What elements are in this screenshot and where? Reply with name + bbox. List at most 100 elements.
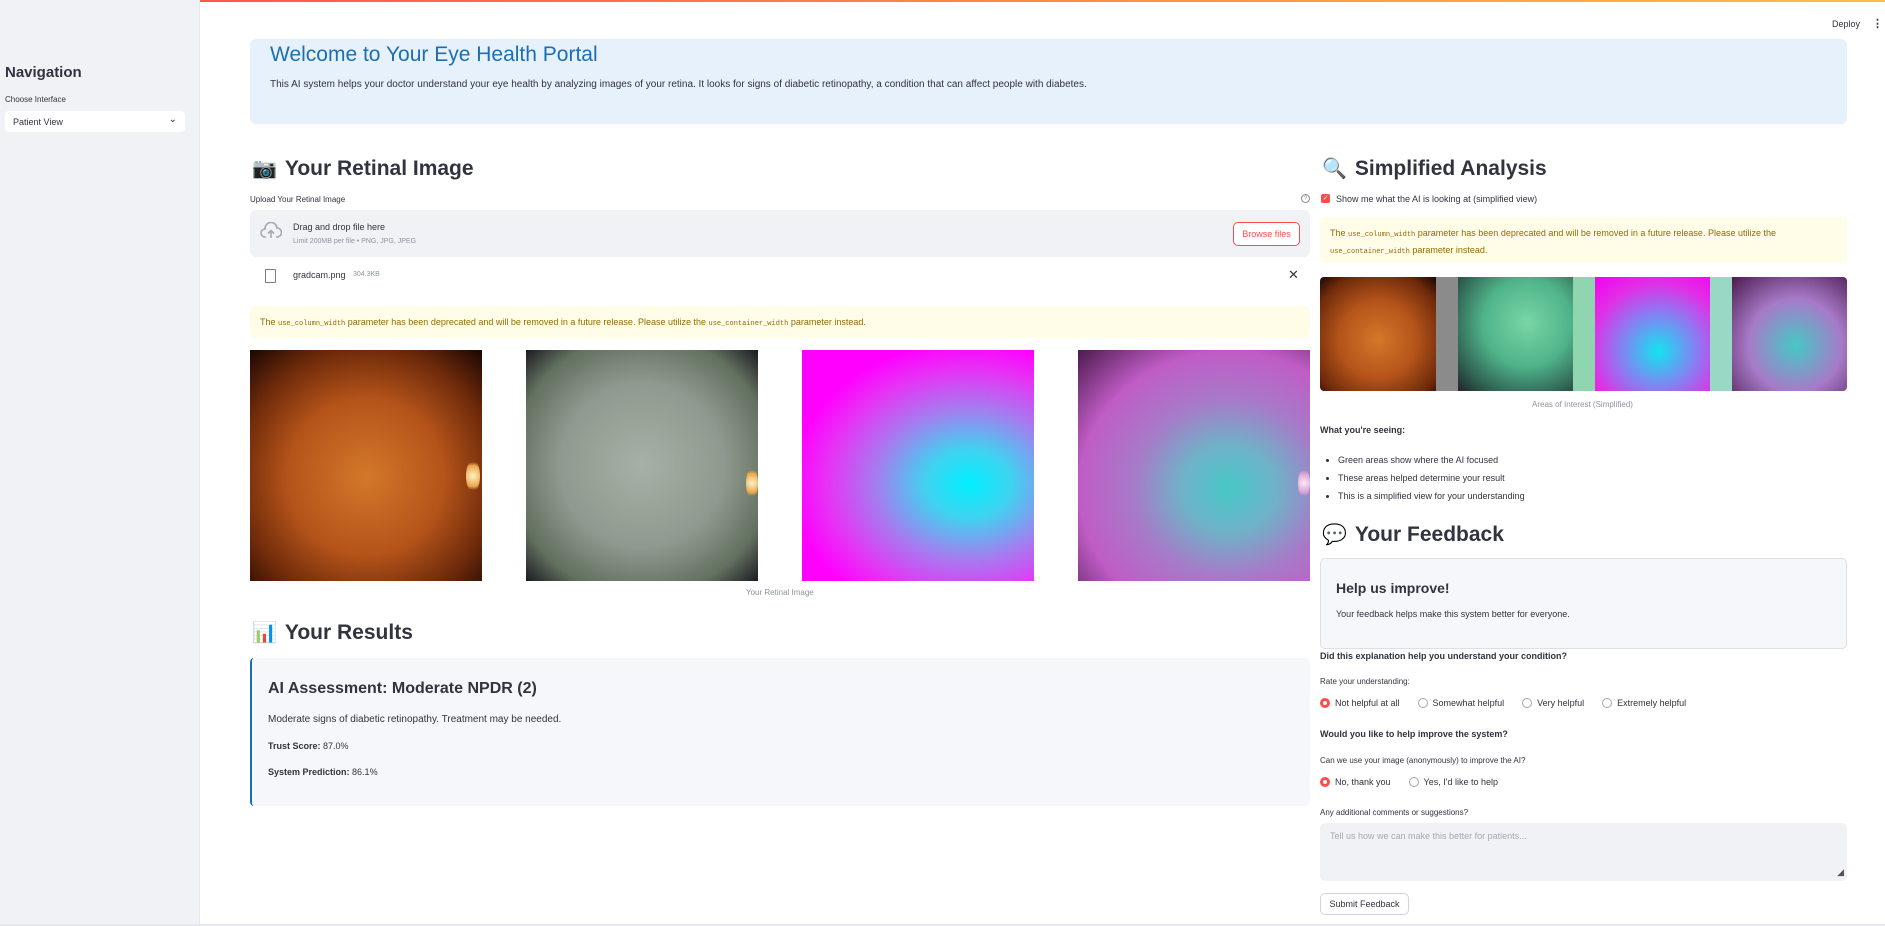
bar-chart-icon: 📊 <box>252 622 277 644</box>
heatmap-overlay-image <box>1078 350 1310 581</box>
warning-code: use_column_width <box>1348 231 1416 239</box>
deprecation-warning: The use_column_width parameter has been … <box>250 306 1310 338</box>
uploaded-file-row: gradcam.png 304.3KB ✕ <box>250 266 1310 290</box>
warning-code: use_column_width <box>278 320 346 328</box>
radio-label: Yes, I'd like to help <box>1423 777 1498 787</box>
analysis-section-title: Simplified Analysis <box>1354 156 1547 180</box>
system-prediction: System Prediction: 86.1% <box>268 767 378 777</box>
list-item: These areas helped determine your result <box>1338 469 1525 487</box>
warning-text: parameter has been deprecated and will b… <box>347 317 706 327</box>
upload-label: Upload Your Retinal Image <box>250 195 346 204</box>
list-item: Green areas show where the AI focused <box>1338 451 1525 469</box>
warning-text: parameter instead. <box>1412 245 1488 255</box>
sidebar: Navigation Choose Interface Patient View… <box>0 0 200 926</box>
radio-dot[interactable] <box>1417 698 1428 708</box>
radio-somewhat-helpful[interactable]: Somewhat helpful <box>1417 698 1505 708</box>
file-dropzone[interactable]: Drag and drop file here Limit 200MB per … <box>250 210 1310 257</box>
trust-score-value: 87.0% <box>323 741 349 751</box>
feedback-card-title: Help us improve! <box>1336 580 1450 596</box>
radio-dot[interactable] <box>1522 698 1533 708</box>
uploaded-file-name: gradcam.png <box>293 270 346 280</box>
feedback-card-body: Your feedback helps make this system bet… <box>1336 609 1570 619</box>
radio-label: Somewhat helpful <box>1432 698 1505 708</box>
radio-dot[interactable] <box>1408 777 1419 787</box>
list-item: This is a simplified view for your under… <box>1338 487 1525 505</box>
magnifier-icon: 🔍 <box>1322 158 1347 180</box>
browse-files-button[interactable]: Browse files <box>1233 222 1300 246</box>
consent-radio-group: No, thank you Yes, I'd like to help <box>1320 777 1498 787</box>
radio-dot[interactable] <box>1320 698 1330 708</box>
assessment-description: Moderate signs of diabetic retinopathy. … <box>268 714 562 725</box>
help-icon[interactable]: ? <box>1301 194 1310 203</box>
radio-extremely-helpful[interactable]: Extremely helpful <box>1602 698 1686 708</box>
results-card: AI Assessment: Moderate NPDR (2) Moderat… <box>250 658 1310 806</box>
file-icon <box>265 269 276 283</box>
show-ai-view-label[interactable]: Show me what the AI is looking at (simpl… <box>1336 194 1537 204</box>
strip-divider <box>1710 277 1732 391</box>
main-menu-icon[interactable]: ⋮ <box>1872 17 1883 30</box>
uploaded-file-size: 304.3KB <box>353 271 380 278</box>
submit-feedback-button[interactable]: Submit Feedback <box>1320 893 1409 915</box>
processed-retina-image <box>526 350 758 581</box>
deploy-button[interactable]: Deploy <box>1832 19 1860 29</box>
radio-dot[interactable] <box>1320 777 1330 787</box>
seeing-title: What you're seeing: <box>1320 425 1406 435</box>
strip-overlay-panel <box>1732 277 1847 391</box>
camera-icon: 📷 <box>252 158 277 180</box>
retinal-section-heading: 📷 Your Retinal Image <box>252 156 474 181</box>
warning-code: use_container_width <box>708 320 789 328</box>
radio-yes-help[interactable]: Yes, I'd like to help <box>1408 777 1498 787</box>
analysis-section-heading: 🔍 Simplified Analysis <box>1322 156 1547 181</box>
welcome-description: This AI system helps your doctor underst… <box>270 79 1087 90</box>
resize-handle-icon[interactable]: ◢ <box>1837 867 1844 878</box>
sidebar-title: Navigation <box>5 64 82 81</box>
strip-highlight-panel <box>1458 277 1573 391</box>
radio-very-helpful[interactable]: Very helpful <box>1522 698 1584 708</box>
top-decoration-bar <box>0 0 1885 2</box>
comments-textarea[interactable]: Tell us how we can make this better for … <box>1320 823 1847 881</box>
remove-file-icon[interactable]: ✕ <box>1288 267 1299 283</box>
feedback-section-title: Your Feedback <box>1354 522 1504 546</box>
radio-label: Very helpful <box>1537 698 1585 708</box>
strip-divider <box>1573 277 1595 391</box>
warning-code: use_container_width <box>1330 248 1410 256</box>
feedback-card: Help us improve! Your feedback helps mak… <box>1320 558 1847 649</box>
results-section-title: Your Results <box>284 620 413 644</box>
trust-score-label: Trust Score: <box>268 741 321 751</box>
rate-understanding-label: Rate your understanding: <box>1320 677 1410 686</box>
strip-original-panel <box>1320 277 1436 391</box>
interface-select-label: Choose Interface <box>5 95 66 104</box>
areas-of-interest-image <box>1320 277 1847 391</box>
radio-label: Extremely helpful <box>1617 698 1687 708</box>
assessment-heading: AI Assessment: Moderate NPDR (2) <box>268 680 537 697</box>
radio-dot[interactable] <box>1602 698 1613 708</box>
warning-text: parameter has been deprecated and will b… <box>1417 228 1776 238</box>
page-title: Welcome to Your Eye Health Portal <box>270 43 598 66</box>
show-ai-view-checkbox[interactable]: ✓ <box>1321 194 1330 203</box>
speech-bubble-icon: 💬 <box>1322 524 1347 546</box>
understanding-radio-group: Not helpful at all Somewhat helpful Very… <box>1320 698 1686 708</box>
warning-text: The <box>260 317 276 327</box>
strip-divider <box>1436 277 1458 391</box>
feedback-section-heading: 💬 Your Feedback <box>1322 522 1504 547</box>
radio-no-thank-you[interactable]: No, thank you <box>1320 777 1391 787</box>
comments-placeholder: Tell us how we can make this better for … <box>1330 831 1527 841</box>
dropzone-limit-text: Limit 200MB per file • PNG, JPG, JPEG <box>293 238 417 245</box>
original-retina-image <box>250 350 482 581</box>
warning-text: The <box>1330 228 1346 238</box>
system-prediction-value: 86.1% <box>352 767 378 777</box>
cloud-upload-icon <box>260 221 283 244</box>
question-improve-system: Would you like to help improve the syste… <box>1320 729 1508 739</box>
deprecation-warning: The use_column_width parameter has been … <box>1320 217 1847 263</box>
dropzone-title: Drag and drop file here <box>293 222 386 232</box>
radio-label: Not helpful at all <box>1335 698 1400 708</box>
trust-score: Trust Score: 87.0% <box>268 741 349 751</box>
radio-not-helpful[interactable]: Not helpful at all <box>1320 698 1400 708</box>
interface-select[interactable]: Patient View ⌄ <box>5 111 185 132</box>
results-section-heading: 📊 Your Results <box>252 620 413 645</box>
retinal-section-title: Your Retinal Image <box>284 156 474 180</box>
retinal-image-caption: Your Retinal Image <box>746 588 814 597</box>
use-image-label: Can we use your image (anonymously) to i… <box>1320 756 1526 765</box>
welcome-banner: Welcome to Your Eye Health Portal This A… <box>250 39 1847 124</box>
strip-heatmap-panel <box>1595 277 1710 391</box>
